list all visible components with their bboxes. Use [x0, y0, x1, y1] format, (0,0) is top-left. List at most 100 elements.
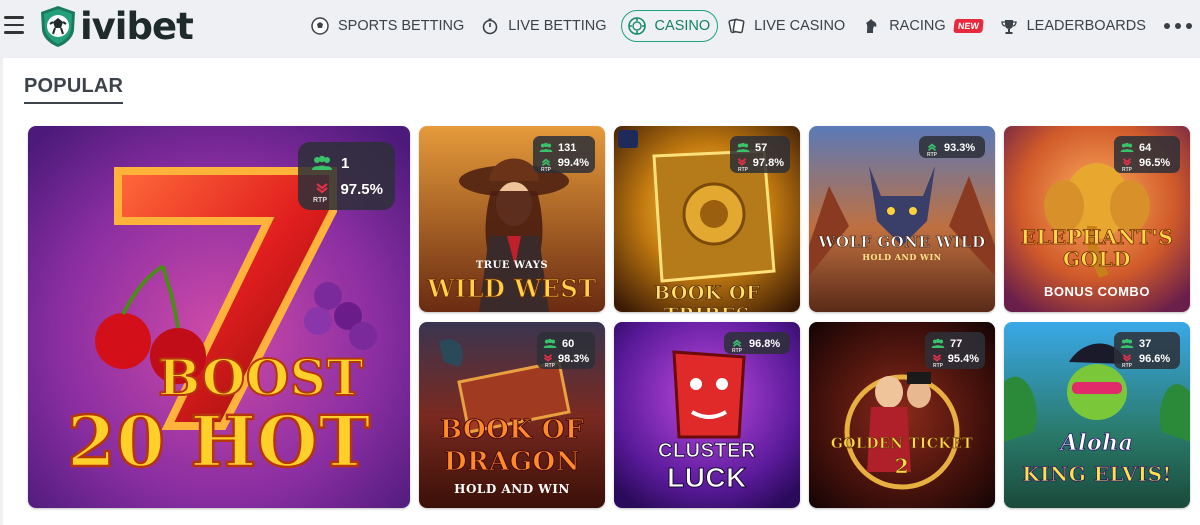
- game-tile-golden-ticket-2[interactable]: GOLDEN TICKET 2 77 RTP 95.4%: [809, 322, 995, 508]
- rtp-value: 96.8%: [749, 337, 781, 350]
- rtp-label: RTP: [1122, 167, 1132, 173]
- game-tile-aloha-king-elvis[interactable]: Aloha KING ELVIS! 37 RTP 96.6%: [1004, 322, 1190, 508]
- game-tile-20-boost-hot[interactable]: BOOST 20 HOT 1 RTP 97.5%: [28, 126, 410, 508]
- game-stats-badge: 57 RTP 97.8%: [730, 136, 790, 173]
- rtp-value: 95.4%: [947, 352, 979, 365]
- rtp-label: RTP: [933, 363, 943, 369]
- players-icon: [1120, 338, 1134, 349]
- game-title-line2: KING ELVIS!: [1022, 462, 1172, 487]
- rtp-down-icon: RTP: [736, 158, 748, 173]
- game-title-line1: ELEPHANT'S GOLD: [1020, 225, 1174, 271]
- nav-label: CASINO: [654, 18, 711, 34]
- rtp-label: RTP: [541, 167, 551, 173]
- rtp-value: 97.8%: [752, 156, 784, 169]
- rtp-label: RTP: [545, 363, 555, 369]
- new-badge: NEW: [952, 19, 984, 33]
- horse-head-icon: [861, 16, 881, 36]
- game-stats-badge: 64 RTP 96.5%: [1114, 136, 1180, 173]
- rtp-down-icon: RTP: [543, 354, 555, 369]
- rtp-value: 93.3%: [944, 141, 976, 154]
- rtp-down-icon: RTP: [931, 354, 943, 369]
- game-title-line2: LUCK: [667, 462, 747, 494]
- rtp-label: RTP: [732, 348, 742, 354]
- player-count: 37: [1139, 337, 1152, 350]
- section-title: POPULAR: [24, 75, 124, 104]
- soccer-ball-icon: [310, 16, 330, 36]
- rtp-value: 97.5%: [340, 180, 383, 198]
- logo-shield-icon: [41, 6, 75, 47]
- game-title-line1: WOLF GONE WILD: [818, 233, 986, 252]
- player-count: 60: [562, 337, 575, 350]
- game-title-line2: 2: [894, 454, 910, 479]
- players-icon: [931, 338, 945, 349]
- game-stats-badge: RTP 93.3%: [919, 136, 985, 158]
- nav-sports-betting[interactable]: SPORTS BETTING: [308, 10, 472, 42]
- rtp-down-icon: RTP: [1120, 354, 1134, 369]
- game-stats-badge: 131 RTP 99.4%: [533, 136, 595, 173]
- player-count: 64: [1139, 141, 1152, 154]
- top-header: ivibet SPORTS BETTING LIVE BETTING CASIN…: [0, 0, 1200, 58]
- game-tile-book-of-tribes[interactable]: BOOK OF TRIBES 57 RTP 97.8%: [614, 126, 800, 312]
- nav-label: LIVE CASINO: [754, 18, 846, 34]
- more-dots-icon[interactable]: [1163, 23, 1192, 29]
- game-title-line1: BOOK OF DRAGON: [439, 415, 584, 478]
- game-stats-badge: 60 RTP 98.3%: [537, 332, 595, 369]
- player-count: 77: [950, 337, 963, 350]
- ivibet-logo[interactable]: ivibet: [38, 4, 194, 48]
- game-title-line2: HOLD AND WIN: [454, 482, 570, 496]
- game-title-line1: Aloha: [1060, 430, 1134, 457]
- players-icon: [1120, 142, 1134, 153]
- stopwatch-icon: [480, 16, 500, 36]
- game-stats-badge: 1 RTP 97.5%: [298, 142, 395, 210]
- rtp-up-icon: RTP: [925, 143, 939, 158]
- nav-racing[interactable]: RACING NEW: [859, 10, 990, 42]
- rtp-value: 96.5%: [1139, 156, 1171, 169]
- game-stats-badge: 77 RTP 95.4%: [925, 332, 985, 369]
- rtp-value: 99.4%: [557, 156, 589, 169]
- game-title-line1: CLUSTER: [658, 440, 756, 463]
- game-title-line2: HOLD AND WIN: [862, 252, 942, 262]
- game-title-line1: GOLDEN TICKET: [830, 436, 974, 453]
- rtp-label: RTP: [313, 197, 327, 204]
- rtp-up-icon: RTP: [539, 158, 553, 173]
- game-tile-elephants-gold[interactable]: ELEPHANT'S GOLD BONUS COMBO 64 RTP 96.5%: [1004, 126, 1190, 312]
- rtp-value: 96.6%: [1139, 352, 1171, 365]
- hamburger-menu-icon[interactable]: [4, 16, 24, 34]
- game-title-line2: BONUS COMBO: [1044, 284, 1150, 299]
- game-title-line1: BOOST: [157, 347, 365, 408]
- game-stats-badge: 37 RTP 96.6%: [1114, 332, 1180, 369]
- game-tile-wolf-gone-wild[interactable]: WOLF GONE WILD HOLD AND WIN RTP 93.3%: [809, 126, 995, 312]
- rtp-label: RTP: [1122, 363, 1132, 369]
- casino-chip-icon: [627, 16, 647, 36]
- nav-label: LEADERBOARDS: [1026, 18, 1146, 34]
- game-title-line2: 20 HOT: [66, 399, 372, 485]
- players-icon: [310, 155, 334, 171]
- player-count: 131: [558, 141, 577, 154]
- game-tile-book-of-dragon[interactable]: BOOK OF DRAGON HOLD AND WIN 60 RTP 98.3%: [419, 322, 605, 508]
- game-title-line1: TRUE WAYS: [475, 260, 549, 271]
- players-icon: [539, 142, 553, 153]
- rtp-label: RTP: [738, 167, 748, 173]
- logo-text: ivibet: [80, 4, 194, 48]
- playing-cards-icon: [726, 16, 746, 36]
- game-tile-wild-west[interactable]: TRUE WAYS WILD WEST 131 RTP 99.4%: [419, 126, 605, 312]
- rtp-label: RTP: [927, 152, 937, 158]
- casino-content: POPULAR BOOST 20 HOT 1 RTP 97.5% TRUE WA…: [3, 58, 1200, 525]
- game-title-line2: BOOK OF TRIBES: [653, 282, 761, 312]
- rtp-down-icon: RTP: [310, 183, 333, 204]
- rtp-up-icon: RTP: [730, 339, 744, 354]
- game-title-line2: WILD WEST: [427, 274, 597, 304]
- game-tile-cluster-luck[interactable]: CLUSTER LUCK RTP 96.8%: [614, 322, 800, 508]
- game-stats-badge: RTP 96.8%: [724, 332, 790, 354]
- nav-label: SPORTS BETTING: [338, 18, 465, 34]
- nav-live-casino[interactable]: LIVE CASINO: [724, 10, 853, 42]
- rtp-value: 98.3%: [558, 352, 590, 365]
- player-count: 57: [755, 141, 768, 154]
- trophy-icon: [999, 16, 1019, 36]
- nav-live-betting[interactable]: LIVE BETTING: [478, 10, 614, 42]
- nav-leaderboards[interactable]: LEADERBOARDS: [997, 10, 1154, 42]
- nav-label: LIVE BETTING: [508, 18, 607, 34]
- nav-label: RACING: [889, 18, 946, 34]
- main-nav: SPORTS BETTING LIVE BETTING CASINO LIVE …: [308, 10, 1192, 42]
- nav-casino[interactable]: CASINO: [620, 10, 719, 42]
